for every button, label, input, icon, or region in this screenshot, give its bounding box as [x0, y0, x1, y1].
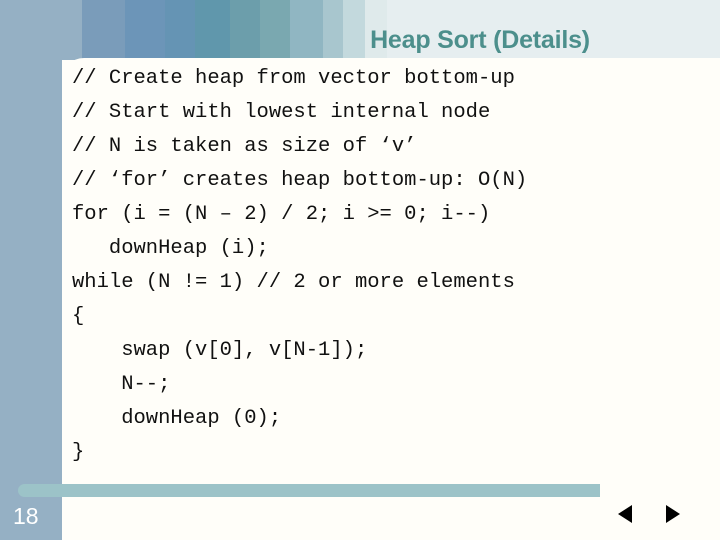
left-sidebar [0, 0, 62, 540]
color-band-4 [195, 0, 230, 60]
code-line: // N is taken as size of ‘v’ [72, 135, 417, 158]
code-line: N--; [72, 373, 171, 396]
triangle-left-icon[interactable]: Previous slide [618, 505, 632, 523]
code-line: swap (v[0], v[N-1]); [72, 339, 368, 362]
code-line: // Start with lowest internal node [72, 101, 491, 124]
prev-label: Previous slide [618, 514, 619, 515]
code-line: while (N != 1) // 2 or more elements [72, 271, 515, 294]
page-number: 18 [13, 503, 39, 529]
next-label: Next slide [680, 514, 681, 515]
code-line: for (i = (N – 2) / 2; i >= 0; i--) [72, 203, 491, 226]
code-line: downHeap (0); [72, 407, 282, 430]
color-band-3 [165, 0, 195, 60]
triangle-right-icon[interactable]: Next slide [666, 505, 680, 523]
code-line: // Create heap from vector bottom-up [72, 67, 515, 90]
page-title: Heap Sort (Details) [370, 26, 590, 54]
code-block: // Create heap from vector bottom-up // S… [72, 62, 712, 470]
color-band-2 [125, 0, 165, 60]
footer-accent-bar [18, 484, 600, 497]
slide-canvas: Heap Sort (Details) // Create heap from … [0, 0, 720, 540]
code-line: } [72, 441, 85, 464]
color-band-1 [82, 0, 125, 60]
navigation-controls: Previous slide Next slide [618, 505, 708, 531]
code-line: downHeap (i); [72, 237, 269, 260]
code-line: // ‘for’ creates heap bottom-up: O(N) [72, 169, 528, 192]
code-line: { [72, 305, 85, 328]
